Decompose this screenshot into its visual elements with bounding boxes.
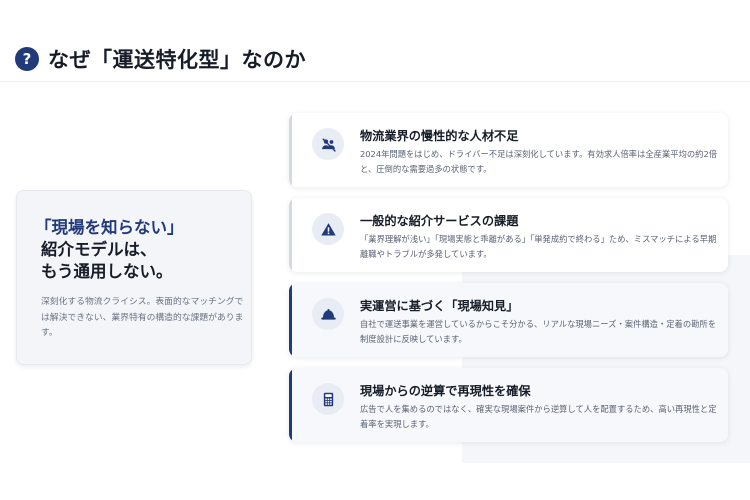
intro-card: 「現場を知らない」 紹介モデルは、 もう通用しない。 深刻化する物流クライシス。… — [16, 190, 252, 365]
intro-headline-line3: もう通用しない。 — [41, 262, 173, 281]
reason-card-reproducibility: 現場からの逆算で再現性を確保 広告で人を集めるのではなく、確実な現場案件から逆算… — [289, 368, 728, 442]
reason-card-title: 実運営に基づく「現場知見」 — [360, 299, 519, 313]
reason-card-description: 2024年問題をはじめ、ドライバー不足は深刻化しています。有効求人倍率は全産業平… — [360, 149, 718, 174]
warning-triangle-icon — [312, 213, 344, 245]
reason-card-field-knowledge: 実運営に基づく「現場知見」 自社で運送事業を運営しているからこそ分かる、リアルな… — [289, 283, 728, 357]
intro-headline-accent: 「現場を知らない」 — [35, 218, 184, 237]
reason-card-service-issues: 一般的な紹介サービスの課題 「業界理解が浅い」「現場実態と乖離がある」「単発成約… — [289, 198, 728, 272]
intro-headline: 「現場を知らない」 紹介モデルは、 もう通用しない。 — [35, 217, 184, 283]
reason-card-labor-shortage: 物流業界の慢性的な人材不足 2024年問題をはじめ、ドライバー不足は深刻化してい… — [289, 113, 728, 187]
users-slash-icon — [312, 128, 344, 160]
reason-card-title: 現場からの逆算で再現性を確保 — [360, 384, 531, 398]
calculator-icon — [312, 383, 344, 415]
hard-hat-icon — [312, 298, 344, 330]
reason-card-title: 一般的な紹介サービスの課題 — [360, 214, 519, 228]
intro-headline-line2: 紹介モデルは、 — [41, 240, 157, 259]
reason-card-description: 広告で人を集めるのではなく、確実な現場案件から逆算して人を配置するため、高い再現… — [360, 404, 717, 429]
question-icon: ? — [15, 47, 39, 71]
reason-card-title: 物流業界の慢性的な人材不足 — [360, 129, 519, 143]
reason-card-description: 自社で運送事業を運営しているからこそ分かる、リアルな現場ニーズ・案件構造・定着の… — [360, 319, 717, 344]
page-title: なぜ「運送特化型」なのか — [48, 48, 306, 72]
reason-card-description: 「業界理解が浅い」「現場実態と乖離がある」「単発成約で終わる」ため、ミスマッチに… — [360, 234, 717, 259]
page-header: ? なぜ「運送特化型」なのか — [0, 0, 750, 82]
intro-description: 深刻化する物流クライシス。表面的なマッチングでは解決できない、業界特有の構造的な… — [41, 297, 244, 338]
